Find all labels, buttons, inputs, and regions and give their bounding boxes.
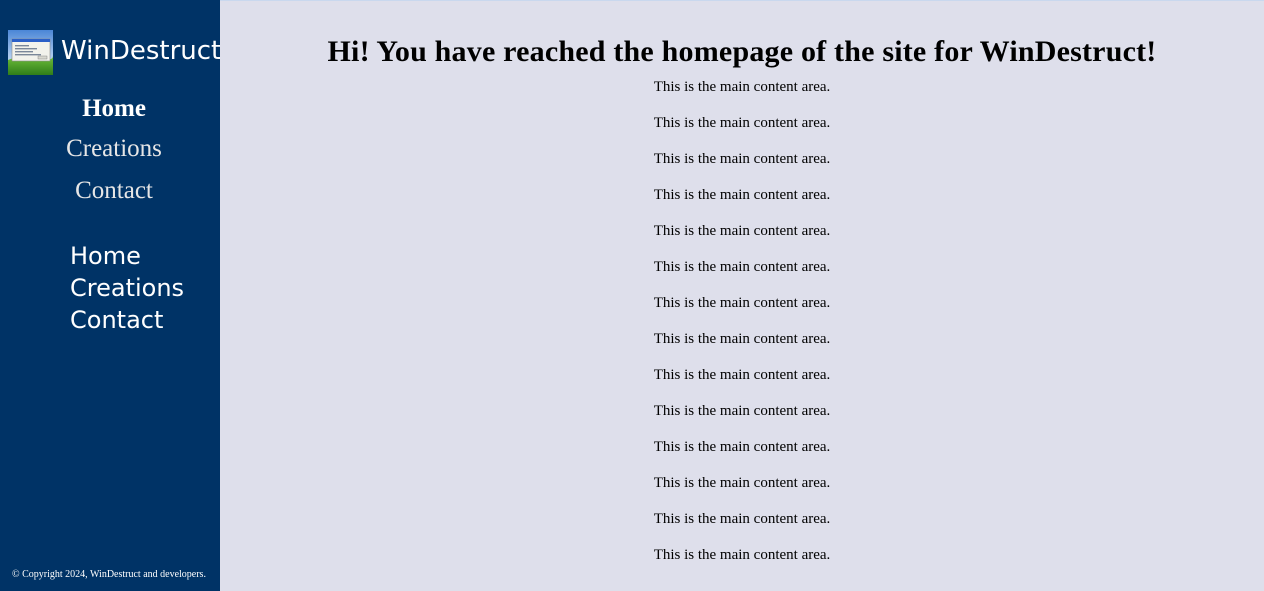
nav-home-link[interactable]: Home bbox=[0, 92, 228, 128]
content-paragraph: This is the main content area. bbox=[653, 187, 831, 203]
content-paragraph: This is the main content area. bbox=[653, 511, 831, 527]
sidebar: WinDestruct Home Creations Contact Home … bbox=[0, 0, 221, 591]
content-paragraph: This is the main content area. bbox=[653, 367, 831, 383]
page-title: Hi! You have reached the homepage of the… bbox=[327, 35, 1157, 68]
page: WinDestruct Home Creations Contact Home … bbox=[0, 0, 1264, 591]
content-paragraph: This is the main content area. bbox=[653, 223, 831, 239]
content-paragraph: This is the main content area. bbox=[653, 439, 831, 455]
secondary-nav: Home Creations Contact bbox=[70, 240, 184, 336]
secondary-nav-contact-link[interactable]: Contact bbox=[70, 304, 184, 336]
content-paragraph: This is the main content area. bbox=[653, 475, 831, 491]
content-paragraph: This is the main content area. bbox=[653, 331, 831, 347]
content-paragraph: This is the main content area. bbox=[653, 259, 831, 275]
nav-contact-link[interactable]: Contact bbox=[0, 170, 228, 212]
content-area: This is the main content area. This is t… bbox=[220, 78, 1264, 582]
primary-nav: Home Creations Contact bbox=[0, 92, 228, 212]
content-paragraph: This is the main content area. bbox=[653, 115, 831, 131]
secondary-nav-home-link[interactable]: Home bbox=[70, 240, 184, 272]
content-paragraph: This is the main content area. bbox=[653, 151, 831, 167]
content-paragraph: This is the main content area. bbox=[653, 295, 831, 311]
nav-creations-link[interactable]: Creations bbox=[0, 128, 228, 170]
windestruct-logo-icon[interactable] bbox=[8, 30, 53, 75]
content-paragraph: This is the main content area. bbox=[653, 547, 831, 563]
main-content: Hi! You have reached the homepage of the… bbox=[220, 0, 1264, 591]
content-paragraph: This is the main content area. bbox=[653, 403, 831, 419]
content-paragraph: This is the main content area. bbox=[653, 79, 831, 95]
secondary-nav-creations-link[interactable]: Creations bbox=[70, 272, 184, 304]
brand-name: WinDestruct bbox=[61, 36, 222, 66]
copyright-notice: © Copyright 2024, WinDestruct and develo… bbox=[12, 569, 206, 580]
brand[interactable]: WinDestruct bbox=[8, 30, 221, 76]
